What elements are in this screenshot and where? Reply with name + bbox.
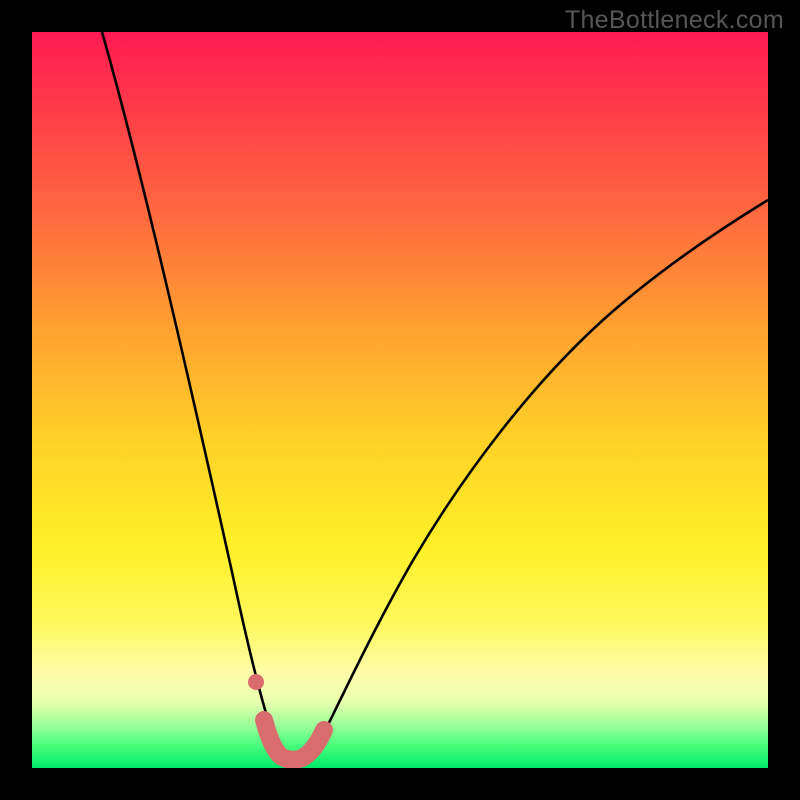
chart-plot-area	[32, 32, 768, 768]
highlight-trough	[264, 720, 324, 760]
highlight-dot	[248, 674, 264, 690]
chart-svg	[32, 32, 768, 768]
watermark-text: TheBottleneck.com	[565, 6, 784, 35]
bottleneck-curve	[102, 32, 768, 760]
chart-frame: TheBottleneck.com	[0, 0, 800, 800]
